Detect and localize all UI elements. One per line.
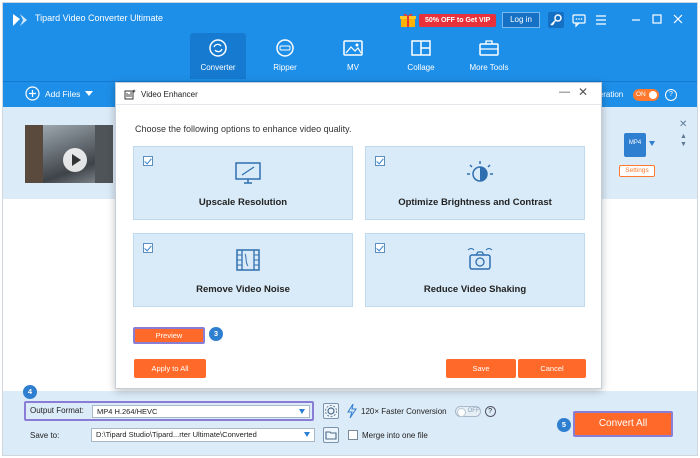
monitor-icon [235, 162, 261, 184]
gift-icon [400, 13, 416, 27]
app-title: Tipard Video Converter Ultimate [35, 13, 164, 23]
format-settings-icon[interactable] [323, 403, 339, 419]
video-enhancer-dialog: Video Enhancer — ✕ Choose the following … [115, 82, 602, 389]
dialog-subtitle: Choose the following options to enhance … [135, 124, 352, 134]
film-icon [236, 249, 260, 271]
promo-badge[interactable]: 50% OFF to Get VIP [419, 13, 497, 27]
video-thumbnail[interactable] [25, 125, 113, 183]
save-to-select[interactable]: D:\Tipard Studio\Tipard...rter Ultimate\… [91, 428, 315, 442]
maximize-icon[interactable] [650, 12, 664, 26]
tab-label: MV [347, 63, 359, 72]
enhancer-icon [124, 89, 136, 100]
apply-to-all-button[interactable]: Apply to All [134, 359, 206, 378]
option-upscale-resolution[interactable]: Upscale Resolution [133, 146, 353, 220]
option-optimize-brightness[interactable]: Optimize Brightness and Contrast [365, 146, 585, 220]
tab-ripper[interactable]: Ripper [257, 33, 313, 79]
step-5-badge: 5 [557, 418, 571, 432]
chevron-down-icon[interactable] [304, 432, 310, 437]
tab-mv[interactable]: MV [325, 33, 381, 79]
noise-checkbox[interactable] [143, 243, 153, 253]
add-files-button[interactable]: Add Files [25, 86, 94, 101]
app-window: Tipard Video Converter Ultimate 50% OFF … [2, 2, 698, 456]
bottom-panel: 4 Output Format: MP4 H.264/HEVC 120× Fas… [3, 385, 697, 455]
save-to-path: D:\Tipard Studio\Tipard...rter Ultimate\… [96, 430, 257, 439]
play-icon[interactable] [63, 148, 87, 172]
mv-icon [343, 40, 363, 56]
step-3-badge: 3 [209, 327, 223, 341]
faster-conversion-label: 120× Faster Conversion [361, 406, 447, 416]
faster-conversion: 120× Faster Conversion OFF ? [347, 404, 496, 418]
output-format-label: Output Format: [30, 406, 84, 415]
toolbox-icon [479, 40, 499, 56]
add-icon [25, 86, 40, 101]
option-reduce-shaking[interactable]: Reduce Video Shaking [365, 233, 585, 307]
dialog-title: Video Enhancer [141, 90, 198, 99]
collage-icon [411, 40, 431, 56]
upscale-checkbox[interactable] [143, 156, 153, 166]
merge-option[interactable]: Merge into one file [348, 430, 428, 440]
remove-icon[interactable]: ✕ [679, 119, 687, 130]
menu-icon[interactable] [593, 12, 609, 28]
option-label: Reduce Video Shaking [423, 284, 527, 295]
tab-more-tools[interactable]: More Tools [461, 33, 517, 79]
feedback-icon[interactable] [571, 12, 587, 28]
top-bar: Tipard Video Converter Ultimate 50% OFF … [3, 3, 697, 81]
promo-banner[interactable]: 50% OFF to Get VIP [399, 11, 497, 29]
save-button[interactable]: Save [446, 359, 516, 378]
tab-label: More Tools [469, 63, 509, 72]
minimize-icon[interactable]: — [559, 86, 570, 98]
preview-button[interactable]: Preview [133, 327, 205, 344]
acceleration-toggle[interactable]: ON [633, 89, 659, 101]
option-label: Remove Video Noise [196, 284, 290, 295]
option-label: Optimize Brightness and Contrast [398, 197, 552, 208]
tab-label: Collage [407, 63, 435, 72]
option-remove-noise[interactable]: Remove Video Noise [133, 233, 353, 307]
brightness-checkbox[interactable] [375, 156, 385, 166]
chevron-up-icon[interactable]: ▲ [680, 133, 687, 140]
close-icon[interactable] [671, 12, 685, 26]
settings-button[interactable]: Settings [619, 165, 655, 177]
app-logo-icon [13, 14, 27, 26]
shaking-checkbox[interactable] [375, 243, 385, 253]
lightning-icon [347, 404, 357, 418]
dialog-header: Video Enhancer — ✕ [116, 83, 601, 105]
folder-icon[interactable] [323, 427, 339, 443]
option-label: Upscale Resolution [198, 197, 288, 208]
cancel-button[interactable]: Cancel [518, 359, 586, 378]
ripper-icon [276, 39, 294, 57]
tab-converter[interactable]: Converter [190, 33, 246, 79]
tab-label: Ripper [273, 63, 297, 72]
help-icon[interactable]: ? [665, 89, 677, 101]
save-to-label: Save to: [30, 431, 60, 440]
faster-conversion-toggle[interactable]: OFF [454, 405, 481, 417]
chevron-down-icon[interactable] [299, 409, 305, 414]
tab-collage[interactable]: Collage [393, 33, 449, 79]
output-format-row: Output Format: MP4 H.264/HEVC [24, 401, 314, 421]
login-button[interactable]: Log in [502, 12, 540, 28]
camera-shake-icon [467, 248, 493, 270]
close-icon[interactable]: ✕ [578, 85, 588, 99]
chevron-down-icon[interactable] [649, 141, 655, 146]
minimize-icon[interactable] [629, 12, 643, 26]
format-badge: MP4 [628, 140, 642, 146]
step-4-badge: 4 [23, 385, 37, 399]
convert-all-button[interactable]: Convert All [573, 411, 673, 437]
output-format-icon[interactable]: MP4 [624, 133, 646, 157]
tab-label: Converter [200, 63, 236, 72]
chevron-down-icon[interactable] [85, 90, 94, 97]
converter-icon [209, 39, 227, 57]
key-icon[interactable] [548, 12, 564, 28]
merge-label: Merge into one file [362, 430, 428, 440]
chevron-down-icon[interactable]: ▼ [680, 141, 687, 148]
help-icon[interactable]: ? [484, 405, 496, 417]
output-format-select[interactable]: MP4 H.264/HEVC [92, 405, 310, 418]
merge-checkbox[interactable] [348, 430, 358, 440]
add-files-label: Add Files [45, 88, 81, 99]
output-format-value: MP4 H.264/HEVC [97, 407, 158, 416]
brightness-icon [467, 161, 493, 182]
